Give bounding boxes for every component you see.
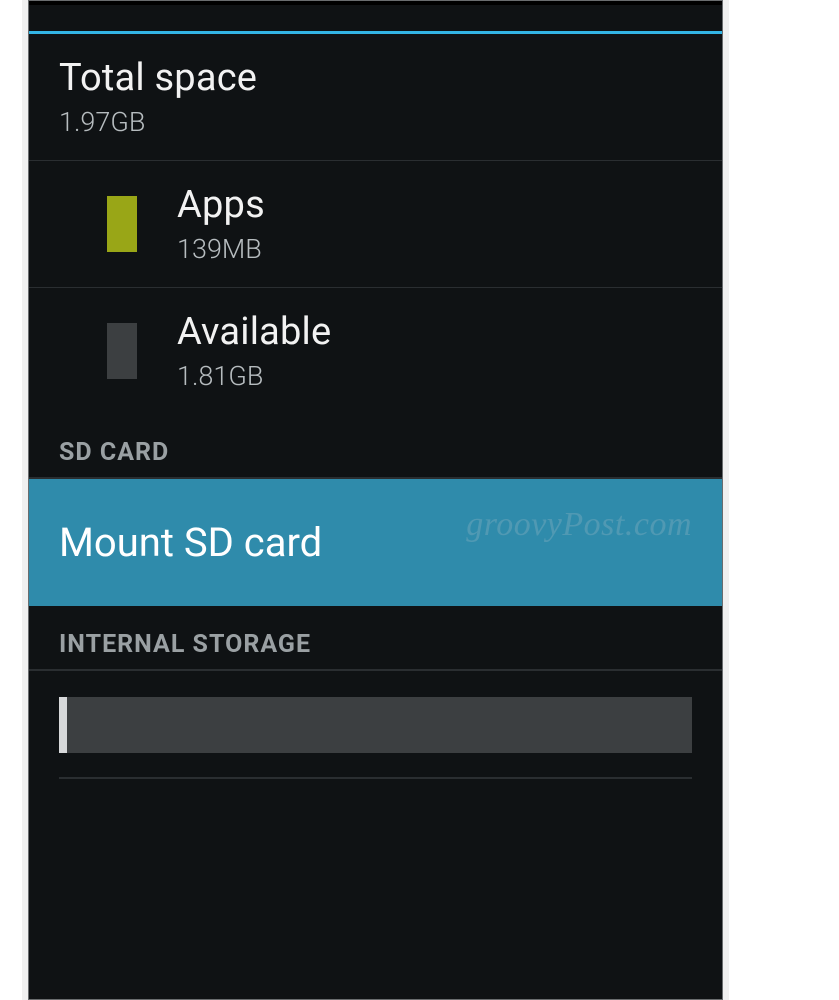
internal-storage-section-header: INTERNAL STORAGE	[29, 606, 722, 671]
sd-card-section-header: SD CARD	[29, 414, 722, 479]
row-divider	[59, 777, 692, 779]
status-bar-edge	[29, 1, 722, 5]
mount-sd-card-button[interactable]: Mount SD card	[29, 479, 722, 606]
total-space-value: 1.97GB	[59, 106, 692, 138]
apps-color-swatch	[107, 196, 137, 252]
available-value: 1.81GB	[177, 360, 331, 392]
internal-storage-usage-row[interactable]	[29, 671, 722, 763]
internal-storage-usage-fill	[59, 697, 67, 753]
internal-storage-usage-bar	[59, 697, 692, 753]
available-color-swatch	[107, 323, 137, 379]
available-row[interactable]: Available 1.81GB	[29, 288, 722, 414]
apps-row[interactable]: Apps 139MB	[29, 161, 722, 288]
apps-value: 139MB	[177, 233, 265, 265]
apps-label: Apps	[177, 183, 265, 227]
total-space-row[interactable]: Total space 1.97GB	[29, 34, 722, 161]
total-space-label: Total space	[59, 56, 692, 100]
storage-settings-screen: Total space 1.97GB Apps 139MB Available …	[28, 0, 723, 1000]
available-label: Available	[177, 310, 331, 354]
